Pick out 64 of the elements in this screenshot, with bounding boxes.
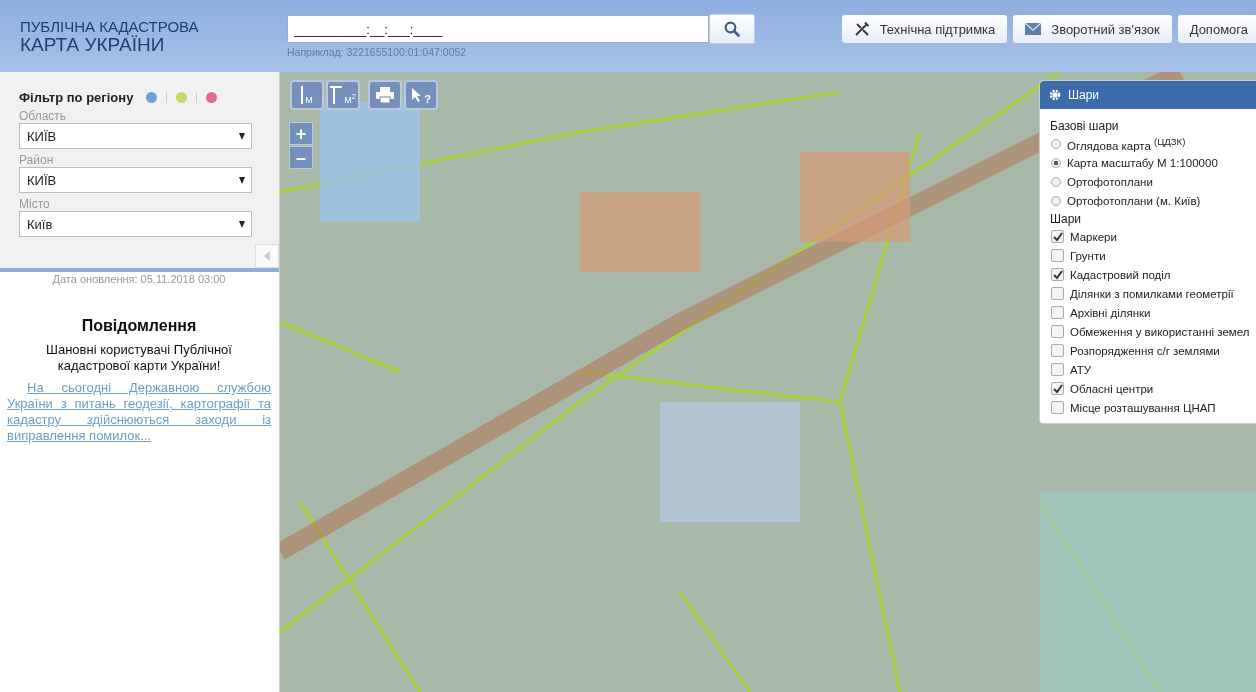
checkbox[interactable] bbox=[1051, 363, 1064, 376]
checkbox[interactable] bbox=[1051, 401, 1064, 414]
printer-icon bbox=[376, 87, 394, 103]
layer-option[interactable]: Архівні ділянки bbox=[1050, 303, 1256, 322]
tools-icon bbox=[853, 21, 870, 37]
search-example-hint: Наприклад: 3221655100:01:047:0052 bbox=[287, 46, 468, 58]
radio-button[interactable] bbox=[1051, 157, 1061, 168]
checkbox[interactable] bbox=[1051, 325, 1064, 338]
gear-icon bbox=[1049, 89, 1061, 101]
layer-option[interactable]: Обласні центри bbox=[1050, 379, 1256, 398]
envelope-icon bbox=[1025, 23, 1042, 35]
base-layer-option[interactable]: Ортофотоплани bbox=[1050, 172, 1256, 191]
field-label: Область bbox=[19, 109, 68, 123]
region-color-dot[interactable] bbox=[206, 92, 218, 103]
left-arrow-icon bbox=[264, 251, 270, 261]
layer-option[interactable]: Ділянки з помилками геометрії bbox=[1050, 284, 1256, 303]
layer-option[interactable]: Місце розташування ЦНАП bbox=[1050, 398, 1256, 417]
checkbox[interactable] bbox=[1051, 287, 1064, 300]
layer-option[interactable]: Маркери bbox=[1050, 227, 1256, 246]
checkbox[interactable] bbox=[1051, 306, 1064, 319]
radio-button[interactable] bbox=[1051, 195, 1061, 206]
layer-option[interactable]: Обмеження у використанні земел bbox=[1050, 322, 1256, 341]
notice-greeting: Шановні користувачі Публічної кадастрової карти України! bbox=[45, 342, 233, 374]
layer-option[interactable]: АТУ bbox=[1050, 360, 1256, 379]
notice-title: Повідомлення bbox=[80, 317, 198, 335]
checkbox[interactable] bbox=[1051, 344, 1064, 357]
cursor-icon bbox=[411, 87, 423, 103]
region-color-dot[interactable] bbox=[176, 92, 188, 103]
dropdown-arrow-icon bbox=[239, 220, 245, 228]
region-color-dot[interactable] bbox=[146, 92, 158, 103]
section-title: Базові шари bbox=[1050, 119, 1120, 133]
search-button[interactable] bbox=[709, 14, 755, 44]
header-button[interactable]: Технічна підтримка bbox=[841, 15, 1008, 43]
field-label: Місто bbox=[19, 197, 51, 211]
base-layer-option[interactable]: Карта масштабу М 1:100000 bbox=[1050, 153, 1256, 172]
region-dropdown[interactable]: КИЇВ bbox=[19, 167, 252, 193]
base-layer-option[interactable]: Оглядова карта $^{(ЦДЗК)}$ bbox=[1050, 134, 1256, 153]
region-dropdown[interactable]: Київ bbox=[19, 211, 252, 237]
header-button[interactable]: Зворотний зв'язок bbox=[1013, 15, 1172, 43]
site-title: ПУБЛІЧНА КАДАСТРОВА bbox=[20, 19, 200, 35]
checkbox[interactable] bbox=[1051, 268, 1064, 281]
dropdown-arrow-icon bbox=[239, 176, 245, 184]
field-label: Район bbox=[19, 153, 55, 167]
header-button[interactable]: Допомога bbox=[1177, 15, 1256, 43]
update-date: Дата оновлення: 05.11.2018 03:00 bbox=[51, 273, 227, 285]
checkbox[interactable] bbox=[1051, 230, 1064, 243]
base-layer-option[interactable]: Ортофотоплани (м. Київ) bbox=[1050, 191, 1256, 210]
layer-option[interactable]: Розпорядження с/г землями bbox=[1050, 341, 1256, 360]
checkbox[interactable] bbox=[1051, 249, 1064, 262]
search-icon bbox=[724, 21, 740, 37]
region-dropdown[interactable]: КИЇВ bbox=[19, 123, 252, 149]
cadastral-number-field[interactable]: __________:__:___:____ bbox=[287, 15, 709, 43]
radio-button[interactable] bbox=[1051, 138, 1061, 149]
map-tool-button[interactable] bbox=[368, 80, 402, 110]
site-title: КАРТА УКРАЇНИ bbox=[20, 35, 165, 55]
checkbox[interactable] bbox=[1051, 382, 1064, 395]
collapse-panel-button[interactable] bbox=[255, 244, 279, 268]
dropdown-arrow-icon bbox=[239, 132, 245, 140]
panel-title: Шари bbox=[1068, 88, 1100, 102]
radio-button[interactable] bbox=[1051, 176, 1061, 187]
layer-option[interactable]: Грунти bbox=[1050, 246, 1256, 265]
section-title: Шари bbox=[1050, 212, 1083, 226]
filter-title: Фільтр по регіону bbox=[19, 90, 134, 105]
layer-option[interactable]: Кадастровий поділ bbox=[1050, 265, 1256, 284]
